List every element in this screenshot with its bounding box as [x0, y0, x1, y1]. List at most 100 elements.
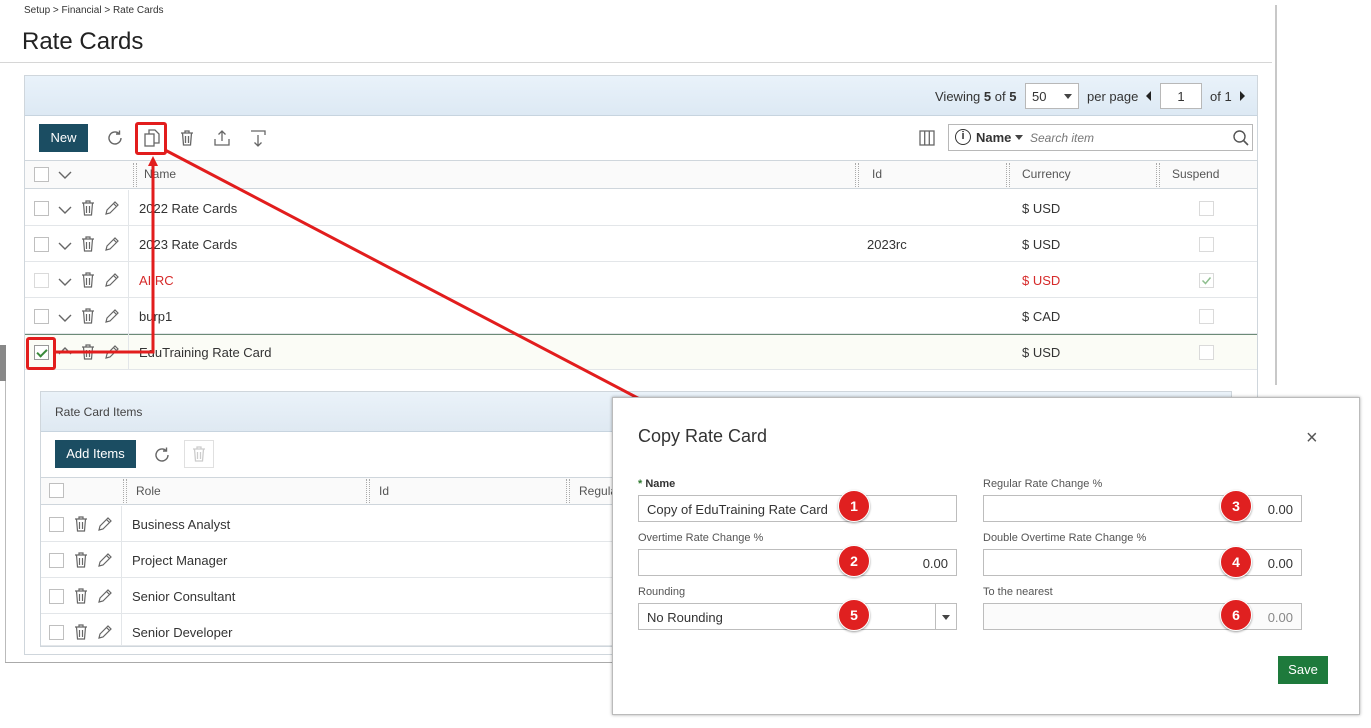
- add-items-button[interactable]: Add Items: [55, 440, 136, 468]
- pencil-icon[interactable]: [103, 271, 119, 292]
- trash-icon[interactable]: [73, 623, 89, 644]
- annotation-badge-5: 5: [838, 599, 870, 631]
- chevron-down-icon[interactable]: [58, 276, 72, 290]
- chevron-down-icon[interactable]: [58, 204, 72, 218]
- trash-icon[interactable]: [80, 199, 96, 220]
- pencil-icon[interactable]: [96, 551, 112, 572]
- page-frame-bottom: [5, 662, 615, 663]
- column-resize-handle[interactable]: [855, 163, 859, 187]
- search-field-select[interactable]: Name: [976, 130, 1011, 145]
- search-icon[interactable]: [1232, 129, 1250, 147]
- column-header-suspend[interactable]: Suspend: [1172, 167, 1219, 181]
- chevron-down-icon[interactable]: [58, 312, 72, 326]
- pencil-icon[interactable]: [103, 199, 119, 220]
- chevron-up-icon[interactable]: [58, 345, 72, 359]
- refresh-icon[interactable]: [104, 128, 126, 150]
- side-collapse-handle[interactable]: [0, 345, 6, 381]
- item-role: Senior Consultant: [132, 589, 236, 604]
- per-page-select[interactable]: 50: [1025, 83, 1079, 109]
- nearest-field[interactable]: 0.00: [983, 603, 1302, 630]
- pencil-icon[interactable]: [96, 515, 112, 536]
- double-overtime-field[interactable]: 0.00: [983, 549, 1302, 576]
- rate-card-name[interactable]: EduTraining Rate Card: [139, 345, 271, 360]
- column-resize-handle[interactable]: [133, 163, 137, 187]
- search-input[interactable]: Search item: [1030, 131, 1094, 145]
- columns-icon[interactable]: [916, 128, 938, 150]
- item-checkbox[interactable]: [49, 553, 64, 568]
- rate-card-name[interactable]: AI RC: [139, 273, 174, 288]
- viewing-count-value: 5: [983, 89, 992, 104]
- trash-icon[interactable]: [73, 515, 89, 536]
- column-header-name[interactable]: Name: [144, 167, 176, 181]
- rounding-select[interactable]: No Rounding: [638, 603, 957, 630]
- name-field[interactable]: Copy of EduTraining Rate Card: [638, 495, 957, 522]
- select-all-items-checkbox[interactable]: [49, 483, 64, 498]
- select-all-checkbox[interactable]: [34, 167, 49, 182]
- item-checkbox[interactable]: [49, 625, 64, 640]
- pencil-icon[interactable]: [103, 343, 119, 364]
- rate-card-name[interactable]: burp1: [139, 309, 172, 324]
- item-checkbox[interactable]: [49, 589, 64, 604]
- double-overtime-label: Double Overtime Rate Change %: [983, 532, 1147, 544]
- info-icon: i: [955, 129, 971, 145]
- column-resize-handle[interactable]: [366, 479, 370, 503]
- trash-icon[interactable]: [73, 587, 89, 608]
- suspend-checkbox: [1199, 345, 1214, 360]
- column-resize-handle[interactable]: [1006, 163, 1010, 187]
- column-resize-handle[interactable]: [566, 479, 570, 503]
- chevron-down-icon[interactable]: [942, 615, 950, 620]
- rounding-label: Rounding: [638, 586, 686, 598]
- next-page-icon[interactable]: [1240, 91, 1245, 101]
- annotation-badge-2: 2: [838, 545, 870, 577]
- rate-card-name[interactable]: 2023 Rate Cards: [139, 237, 237, 252]
- overtime-rate-field[interactable]: 0.00: [638, 549, 957, 576]
- column-header-role[interactable]: Role: [136, 484, 161, 498]
- trash-icon[interactable]: [80, 235, 96, 256]
- chevron-down-icon[interactable]: [58, 169, 72, 183]
- chevron-down-icon[interactable]: [1015, 135, 1023, 140]
- column-resize-handle[interactable]: [1156, 163, 1160, 187]
- viewing-prefix: Viewing: [935, 89, 981, 104]
- regular-rate-field[interactable]: 0.00: [983, 495, 1302, 522]
- dialog-title: Copy Rate Card: [638, 426, 768, 446]
- trash-icon[interactable]: [80, 307, 96, 328]
- column-resize-handle[interactable]: [123, 479, 127, 503]
- viewing-of: of: [994, 89, 1006, 104]
- refresh-icon[interactable]: [152, 445, 172, 468]
- annotation-badge-4: 4: [1220, 546, 1252, 578]
- column-header-currency[interactable]: Currency: [1022, 167, 1071, 181]
- new-button[interactable]: New: [39, 124, 88, 152]
- annotation-highlight-copy: [135, 122, 167, 155]
- trash-icon[interactable]: [80, 271, 96, 292]
- rate-card-currency: $ USD: [1022, 237, 1061, 252]
- item-checkbox[interactable]: [49, 517, 64, 532]
- item-role: Business Analyst: [132, 517, 231, 532]
- close-icon[interactable]: ×: [1306, 428, 1318, 448]
- page-number-input[interactable]: 1: [1160, 83, 1202, 109]
- rate-card-name[interactable]: 2022 Rate Cards: [139, 201, 237, 216]
- row-checkbox[interactable]: [34, 309, 49, 324]
- pencil-icon[interactable]: [96, 587, 112, 608]
- page-frame-left: [5, 380, 6, 663]
- import-icon[interactable]: [247, 128, 269, 150]
- table-row[interactable]: [25, 298, 1257, 334]
- column-header-item-id[interactable]: Id: [379, 484, 389, 498]
- trash-icon[interactable]: [176, 128, 198, 150]
- trash-icon[interactable]: [80, 343, 96, 364]
- export-icon[interactable]: [211, 128, 233, 150]
- prev-page-icon[interactable]: [1146, 91, 1151, 101]
- row-checkbox[interactable]: [34, 201, 49, 216]
- chevron-down-icon[interactable]: [58, 240, 72, 254]
- row-action-divider: [121, 506, 122, 646]
- pencil-icon[interactable]: [103, 307, 119, 328]
- row-checkbox[interactable]: [34, 237, 49, 252]
- trash-icon[interactable]: [73, 551, 89, 572]
- pencil-icon[interactable]: [103, 235, 119, 256]
- table-row[interactable]: [25, 262, 1257, 298]
- save-button[interactable]: Save: [1278, 656, 1328, 684]
- row-checkbox[interactable]: [34, 273, 49, 288]
- column-header-id[interactable]: Id: [872, 167, 882, 181]
- rounding-value: No Rounding: [647, 610, 723, 625]
- pencil-icon[interactable]: [96, 623, 112, 644]
- nearest-label: To the nearest: [983, 586, 1053, 598]
